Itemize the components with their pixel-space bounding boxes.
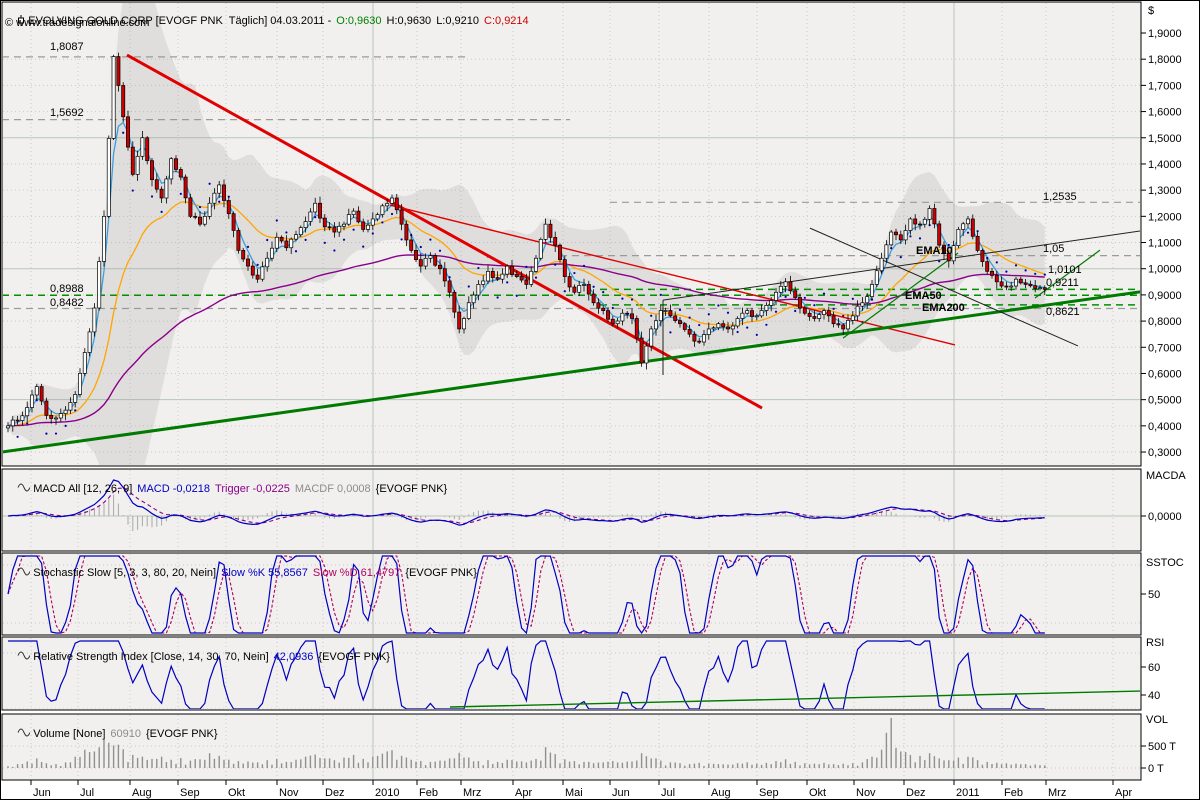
month-tick-label: Nov [279,787,299,799]
stochastic-name: Stochastic Slow [5, 3, 3, 80, 20, Nein] [33,567,216,579]
price-tick-label: 1,6000 [1148,107,1182,119]
month-tick-label: Jun [33,787,51,799]
price-tick-label: 1,7000 [1148,80,1182,92]
price-tick-label: 1,5000 [1148,133,1182,145]
macd-trigger-value: Trigger -0,0225 [215,483,290,495]
indicator-wave-icon [17,651,30,663]
price-level-label: 0,9211 [1046,277,1079,289]
price-level-label: 0,8988 [50,283,84,295]
price-tick-label: 0,8000 [1148,316,1182,328]
month-tick-label: Okt [809,787,826,799]
ema-label: EMA10 [916,245,953,257]
price-tick-label: 0,6000 [1148,368,1182,380]
month-tick-label: Nov [856,787,876,799]
chart-window: 1,8087 1,5692 1,2535 1,05 1,01010,9211 0,8988… [0,0,1200,800]
price-tick-label: 0,3000 [1148,447,1182,459]
macd-symbol: {EVOGF PNK} [376,483,448,495]
stochastic-d-value: Slow %D 61,4797 [313,567,400,579]
price-tick-label: 0,5000 [1148,395,1182,407]
month-tick-label: 2010 [375,787,399,799]
price-level-label: 1,8087 [50,41,84,53]
volume-panel-header[interactable]: Volume [None] 60910 {EVOGF PNK} [5,716,223,752]
rsi-value: 42,0936 [274,651,314,663]
month-tick-label: Feb [1004,787,1023,799]
month-tick-label: Dez [325,787,345,799]
month-tick-label: Mrz [1048,787,1066,799]
month-tick-label: 2011 [956,787,980,799]
close-value: C:0,9214 [484,15,529,27]
indicator-wave-icon [17,728,30,740]
price-tick-label: 1,2000 [1148,211,1182,223]
volume-value: 60910 [110,728,141,740]
copyright-line: © www.tradesignalonline.com [5,17,149,29]
price-level-label: 0,8621 [1046,306,1080,318]
month-tick-label: Mai [565,787,583,799]
rsi-symbol: {EVOGF PNK} [318,651,390,663]
price-level-label: 1,0101 [1048,264,1082,276]
macd-name: MACD All [12, 26, 9] [33,483,132,495]
price-tick-label: 1,1000 [1148,238,1182,250]
panel-axis-name: SSTOC [1146,557,1184,569]
panel-tick-label: 0,0000 [1148,511,1182,523]
panel-tick-label: 40 [1148,690,1160,702]
rsi-name: Relative Strength Index [Close, 14, 30, … [33,651,268,663]
panel-tick-label: 50 [1148,589,1160,601]
price-tick-label: 0,7000 [1148,342,1182,354]
panel-tick-label: 500 T [1148,741,1176,753]
macdf-value: MACDF 0,0008 [295,483,371,495]
volume-symbol: {EVOGF PNK} [146,728,218,740]
month-tick-label: Aug [711,787,731,799]
price-tick-label: 1,0000 [1148,264,1182,276]
month-tick-label: Feb [419,787,438,799]
open-value: O:0,9630 [336,15,381,27]
indicator-wave-icon [17,483,30,495]
price-level-label: 1,2535 [1043,191,1077,203]
price-tick-label: 0,4000 [1148,421,1182,433]
stochastic-panel-header[interactable]: Stochastic Slow [5, 3, 3, 80, 20, Nein] S… [5,555,482,591]
macd-value: MACD -0,0218 [137,483,210,495]
month-tick-label: Dez [906,787,926,799]
low-value: L:0,9210 [436,15,479,27]
price-level-label: 1,5692 [50,107,84,119]
month-tick-label: Jul [80,787,94,799]
price-tick-label: 1,3000 [1148,185,1182,197]
price-tick-label: 1,9000 [1148,28,1182,40]
month-tick-label: Apr [1115,787,1132,799]
price-level-label: 0,8482 [50,297,84,309]
price-tick-label: 1,4000 [1148,159,1182,171]
month-tick-label: Sep [759,787,779,799]
ema-label: EMA50 [905,290,942,302]
month-tick-label: Aug [132,787,152,799]
high-value: H:0,9630 [387,15,432,27]
stochastic-k-value: Slow %K 55,8567 [221,567,308,579]
rsi-panel-header[interactable]: Relative Strength Index [Close, 14, 30, … [5,639,395,675]
panel-axis-name: VOL [1146,714,1168,726]
stochastic-symbol: {EVOGF PNK} [405,567,477,579]
month-tick-label: Sep [180,787,200,799]
panel-axis-name: RSI [1146,637,1164,649]
chart-canvas[interactable]: 1,8087 1,5692 1,2535 1,05 1,01010,9211 0,8988… [0,0,1200,800]
month-tick-label: Jun [612,787,630,799]
month-tick-label: Jul [661,787,675,799]
month-tick-label: Mrz [463,787,481,799]
price-level-label: 1,05 [1043,243,1064,255]
panel-tick-label: 60 [1148,662,1160,674]
price-tick-label: 1,8000 [1148,54,1182,66]
panel-axis-name: MACDA [1146,470,1186,482]
panel-tick-label: 0 T [1148,763,1164,775]
volume-name: Volume [None] [33,728,105,740]
indicator-wave-icon [17,567,30,579]
ema-label: EMA200 [922,302,965,314]
month-tick-label: Okt [228,787,245,799]
price-tick-label: 0,9000 [1148,290,1182,302]
month-tick-label: Apr [515,787,532,799]
currency-axis-label: $ [1148,5,1154,17]
macd-panel-header[interactable]: MACD All [12, 26, 9] MACD -0,0218 Trigger … [5,471,452,507]
